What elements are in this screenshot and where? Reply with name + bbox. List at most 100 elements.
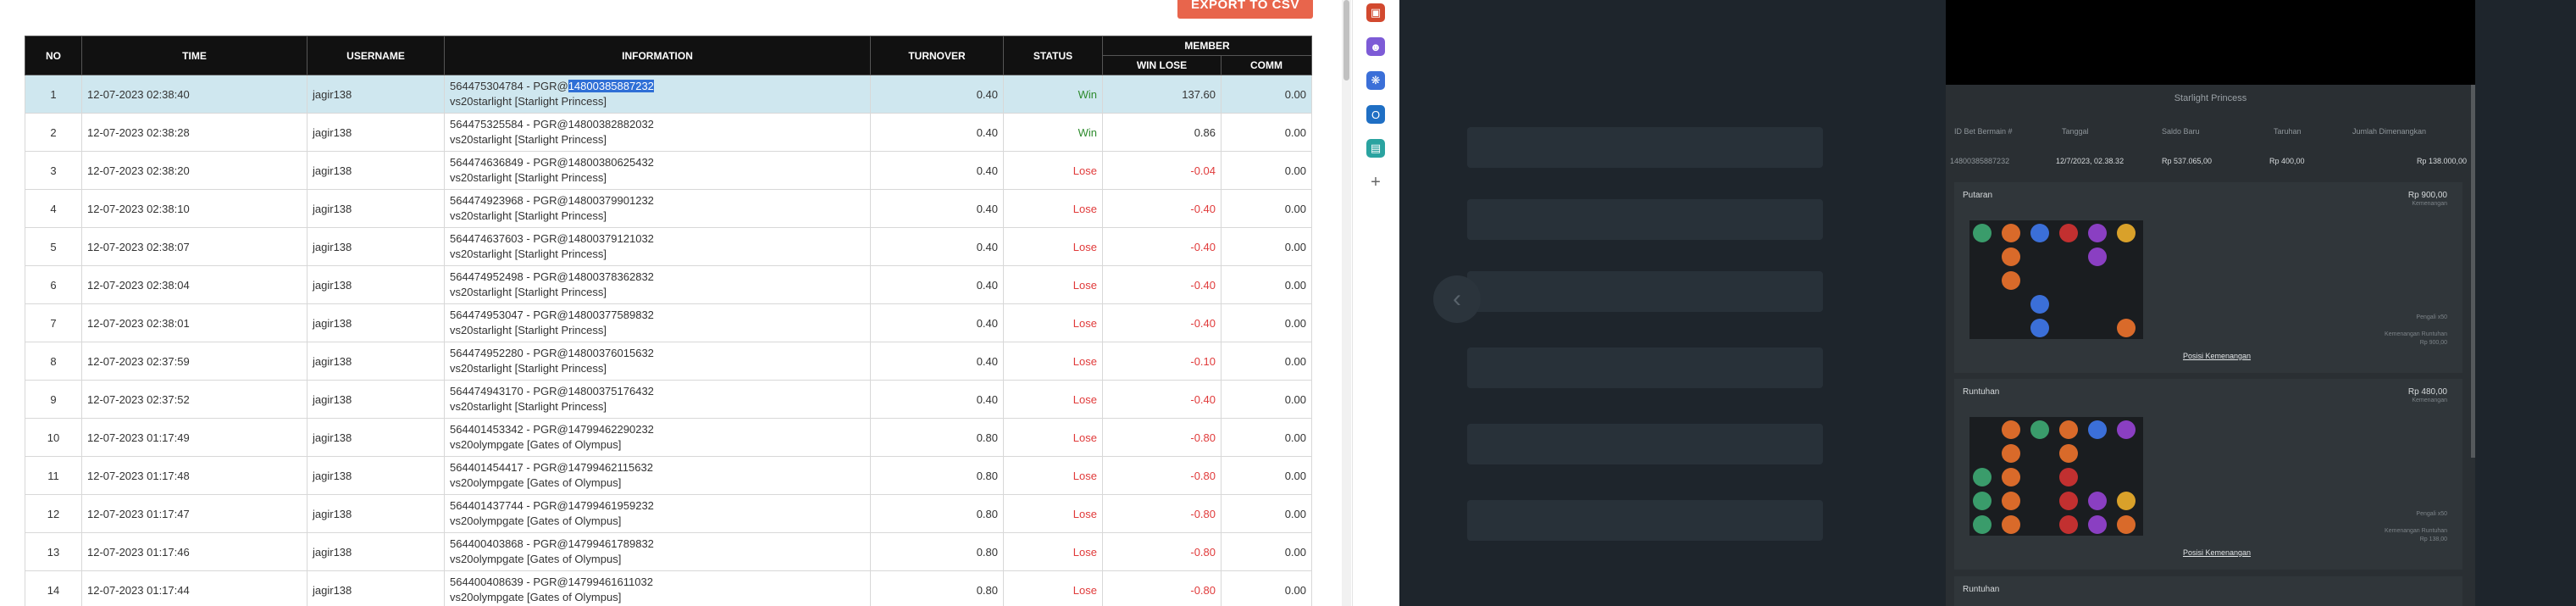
export-csv-button[interactable]: EXPORT TO CSV [1177,0,1313,19]
table-row[interactable]: 10 12-07-2023 01:17:49 jagir138 56440145334… [25,418,1312,457]
col-header-information[interactable]: INFORMATION [444,36,871,75]
cell-winlose: -0.40 [1102,227,1222,266]
col-header-comm[interactable]: COMM [1221,55,1312,75]
table-row[interactable]: 8 12-07-2023 02:37:59 jagir138 564474952280… [25,342,1312,381]
cell-username: jagir138 [307,380,445,419]
game-name: vs20starlight [Starlight Princess] [450,95,607,108]
col-header-username[interactable]: USERNAME [307,36,445,75]
cell-status: Lose [1003,303,1103,342]
info-line-1: 564474952498 - PGR@14800378362832 [450,270,865,285]
cell-information: 564401453342 - PGR@14799462290232 vs20oly… [444,418,871,457]
cell-no: 8 [25,342,82,381]
slot-symbol-icon [2117,224,2136,242]
cell-winlose: -0.04 [1102,151,1222,190]
cell-time: 12-07-2023 01:17:46 [81,532,307,571]
cell-status: Lose [1003,151,1103,190]
people-icon[interactable]: ☻ [1366,37,1385,56]
blurred-row [1467,271,1823,312]
game-name: vs20starlight [Starlight Princess] [450,362,607,375]
bet-reference: 564475304784 - PGR@ [450,80,568,92]
table-row[interactable]: 9 12-07-2023 02:37:52 jagir138 564474943170… [25,380,1312,419]
modal-scrollbar[interactable] [2471,85,2475,458]
tumble-win-label: Kemenangan [2412,398,2447,403]
bet-reference: 564401454417 - PGR@14799462115632 [450,461,653,474]
cell-winlose: -0.80 [1102,532,1222,571]
game-name: vs20olympgate [Gates of Olympus] [450,438,622,451]
table-row[interactable]: 13 12-07-2023 01:17:46 jagir138 56440040386… [25,532,1312,571]
game-name: vs20starlight [Starlight Princess] [450,133,607,146]
col-header-time[interactable]: TIME [81,36,307,75]
blurred-row [1467,424,1823,464]
table-row[interactable]: 11 12-07-2023 01:17:48 jagir138 56440145441… [25,456,1312,495]
game-name: vs20starlight [Starlight Princess] [450,286,607,298]
bet-reference: 564474953047 - PGR@14800377589832 [450,309,654,321]
cell-turnover: 0.40 [870,151,1004,190]
cell-username: jagir138 [307,494,445,533]
cell-information: 564400403868 - PGR@14799461789832 vs20oly… [444,532,871,571]
table-row[interactable]: 2 12-07-2023 02:38:28 jagir138 564475325584… [25,113,1312,152]
info-line-1: 564474952280 - PGR@14800376015632 [450,346,865,361]
table-row[interactable]: 7 12-07-2023 02:38:01 jagir138 564474953047… [25,303,1312,342]
modal-title: Starlight Princess [2174,93,2247,103]
slot-symbol-icon [1973,468,1992,486]
bet-reference: 564474952498 - PGR@14800378362832 [450,270,654,283]
cell-username: jagir138 [307,532,445,571]
spin-section: Putaran Rp 900,00 Kemenangan Pengali x50… [1954,182,2462,373]
win-position-link-2[interactable]: Posisi Kemenangan [1954,548,2475,557]
selected-text[interactable]: 14800385887232 [568,80,654,92]
outlook-icon[interactable]: O [1366,105,1385,124]
cell-no: 6 [25,265,82,304]
col-header-no[interactable]: NO [25,36,82,75]
report-scrollbar-thumb[interactable] [1343,0,1349,81]
cell-winlose: -0.80 [1102,570,1222,606]
game-name: vs20olympgate [Gates of Olympus] [450,514,622,527]
info-line-1: 564474943170 - PGR@14800375176432 [450,384,865,399]
cell-winlose: -0.10 [1102,342,1222,381]
cell-comm: 0.00 [1221,113,1312,152]
toolbox-icon[interactable]: ▣ [1366,3,1385,22]
detail-header-bet: Taruhan [2274,127,2302,136]
bet-reference: 564401453342 - PGR@14799462290232 [450,423,654,436]
shopping-icon[interactable]: ▤ [1366,139,1385,158]
game-history-background: ‹ Starlight Princess ID Bet Bermain # Ta… [1399,0,2576,606]
cell-status: Lose [1003,532,1103,571]
cell-no: 12 [25,494,82,533]
report-scrollbar[interactable] [1342,0,1351,606]
detail-bet: Rp 400,00 [2269,157,2305,165]
add-icon[interactable]: + [1366,173,1385,192]
cell-time: 12-07-2023 01:17:44 [81,570,307,606]
tumble-win-amount: Rp 480,00 [2407,387,2447,397]
extension-icon[interactable]: ❋ [1366,71,1385,90]
prev-arrow-button[interactable]: ‹ [1433,275,1481,323]
slot-symbol-icon [2030,224,2049,242]
cell-information: 564474923968 - PGR@14800379901232 vs20sta… [444,189,871,228]
cell-comm: 0.00 [1221,532,1312,571]
cell-winlose: -0.40 [1102,303,1222,342]
slot-symbol-icon [2002,444,2020,463]
cell-no: 1 [25,75,82,114]
slot-symbol-icon [2059,492,2078,510]
spin-win-label: Kemenangan [2412,201,2447,207]
col-header-status[interactable]: STATUS [1003,36,1103,75]
table-row[interactable]: 3 12-07-2023 02:38:20 jagir138 564474636849… [25,151,1312,190]
table-row[interactable]: 1 12-07-2023 02:38:40 jagir138 564475304784… [25,75,1312,114]
detail-header-won: Jumlah Dimenangkan [2352,127,2427,136]
cell-time: 12-07-2023 02:38:07 [81,227,307,266]
table-row[interactable]: 12 12-07-2023 01:17:47 jagir138 56440143774… [25,494,1312,533]
table-row[interactable]: 14 12-07-2023 01:17:44 jagir138 56440040863… [25,570,1312,606]
bet-history-table: NO TIME USERNAME INFORMATION TURNOVER ST… [25,36,1312,606]
cell-status: Lose [1003,265,1103,304]
table-row[interactable]: 5 12-07-2023 02:38:07 jagir138 564474637603… [25,227,1312,266]
cell-time: 12-07-2023 02:38:01 [81,303,307,342]
cell-username: jagir138 [307,75,445,114]
table-row[interactable]: 4 12-07-2023 02:38:10 jagir138 564474923968… [25,189,1312,228]
table-row[interactable]: 6 12-07-2023 02:38:04 jagir138 564474952498… [25,265,1312,304]
info-line-1: 564474637603 - PGR@14800379121032 [450,231,865,247]
cell-comm: 0.00 [1221,494,1312,533]
col-header-winlose[interactable]: WIN LOSE [1102,55,1222,75]
slot-symbol-icon [2059,224,2078,242]
cell-no: 3 [25,151,82,190]
col-header-turnover[interactable]: TURNOVER [870,36,1004,75]
cell-winlose: -0.80 [1102,494,1222,533]
win-position-link[interactable]: Posisi Kemenangan [1954,352,2475,360]
